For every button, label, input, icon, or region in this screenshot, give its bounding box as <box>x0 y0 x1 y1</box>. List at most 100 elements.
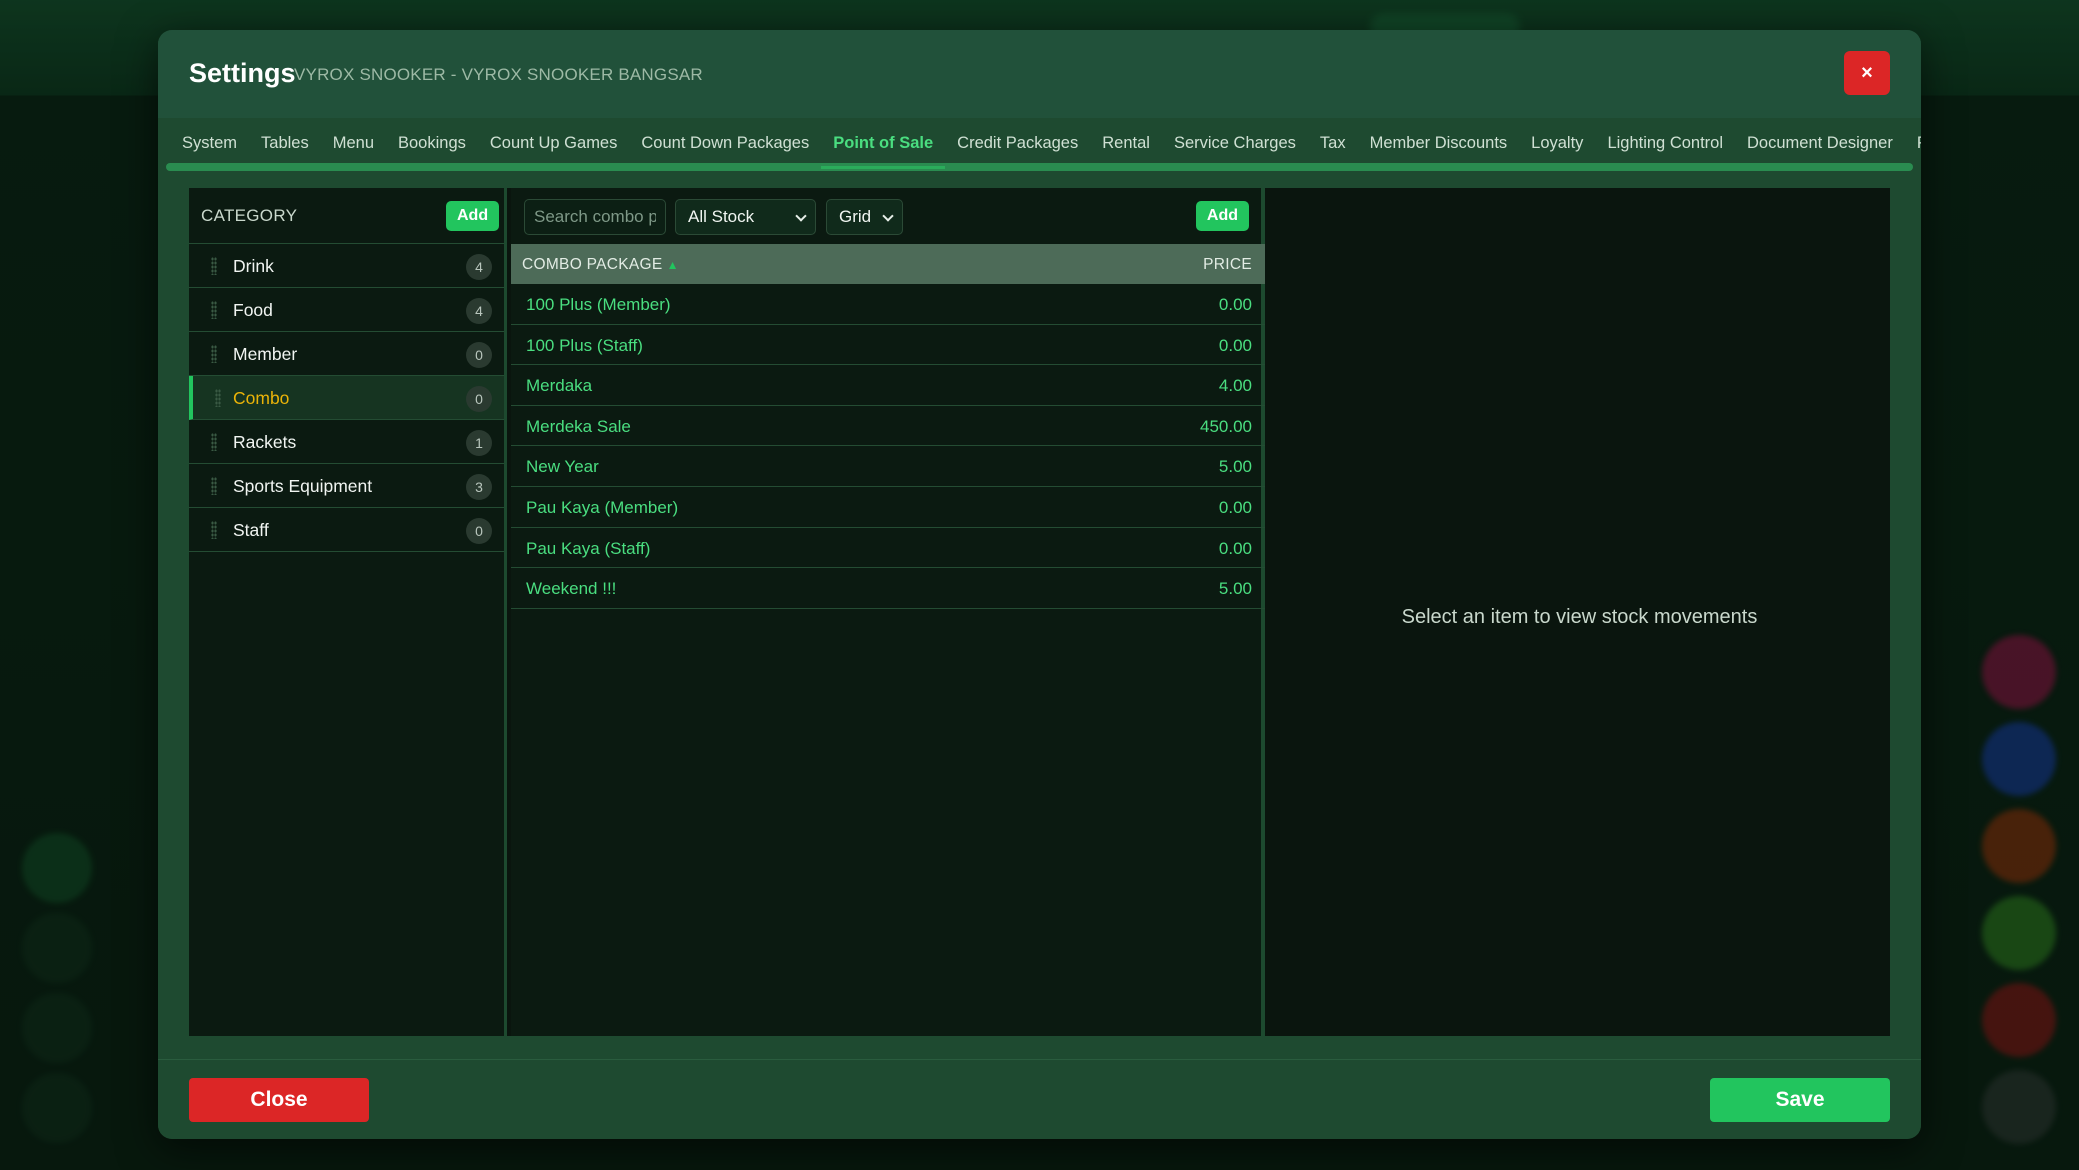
close-button[interactable]: Close <box>189 1078 369 1122</box>
category-count-badge: 0 <box>466 342 492 368</box>
tab-credit-packages[interactable]: Credit Packages <box>945 118 1090 161</box>
close-icon-button[interactable]: × <box>1844 51 1890 95</box>
table-row[interactable]: Merdeka Sale 450.00 <box>511 406 1265 447</box>
point-of-sale-content: CATEGORY Add Drink 4 Food 4 Member 0 Com… <box>189 188 1890 1036</box>
combo-name: 100 Plus (Member) <box>526 295 671 314</box>
modal-title: Settings <box>189 58 296 88</box>
drag-handle-icon[interactable] <box>211 433 217 451</box>
combo-price: 4.00 <box>1218 376 1252 396</box>
category-list: Drink 4 Food 4 Member 0 Combo 0 Rackets … <box>189 244 504 552</box>
table-row[interactable]: 100 Plus (Staff) 0.00 <box>511 325 1265 366</box>
tab-system[interactable]: System <box>170 118 249 161</box>
stock-movements-panel: Select an item to view stock movements <box>1269 188 1890 1036</box>
category-count-badge: 0 <box>466 386 492 412</box>
settings-tabs: System Tables Menu Bookings Count Up Gam… <box>158 118 1921 190</box>
combo-name: New Year <box>526 457 599 477</box>
combo-price: 450.00 <box>1200 416 1252 436</box>
combo-name: Pau Kaya (Member) <box>526 497 679 517</box>
modal-header: Settings VYROX SNOOKER - VYROX SNOOKER B… <box>158 30 1921 118</box>
chevron-down-icon <box>795 210 807 222</box>
category-count-badge: 4 <box>466 254 492 280</box>
drag-handle-icon[interactable] <box>211 257 217 275</box>
category-name: Combo <box>233 388 290 408</box>
combo-price: 0.00 <box>1218 538 1252 558</box>
stock-filter-value: All Stock <box>688 207 755 226</box>
category-item-drink[interactable]: Drink 4 <box>189 244 504 288</box>
category-count-badge: 0 <box>466 518 492 544</box>
combo-name: Pau Kaya (Staff) <box>526 538 651 558</box>
tab-tables[interactable]: Tables <box>249 118 321 161</box>
drag-handle-icon[interactable] <box>211 301 217 319</box>
close-icon: × <box>1861 61 1873 84</box>
drag-handle-icon[interactable] <box>211 477 217 495</box>
category-item-rackets[interactable]: Rackets 1 <box>189 420 504 464</box>
category-panel: CATEGORY Add Drink 4 Food 4 Member 0 Com… <box>189 188 507 1036</box>
tabs-scrollbar[interactable] <box>166 163 1913 171</box>
category-count-badge: 1 <box>466 430 492 456</box>
tab-loyalty[interactable]: Loyalty <box>1519 118 1595 161</box>
category-name: Member <box>233 344 298 364</box>
tab-lighting-control[interactable]: Lighting Control <box>1595 118 1735 161</box>
tab-count-up-games[interactable]: Count Up Games <box>478 118 629 161</box>
view-mode-value: Grid <box>839 207 872 226</box>
category-name: Sports Equipment <box>233 476 373 496</box>
combo-price: 5.00 <box>1218 579 1252 599</box>
category-count-badge: 3 <box>466 474 492 500</box>
table-row[interactable]: Pau Kaya (Member) 0.00 <box>511 487 1265 528</box>
tab-menu[interactable]: Menu <box>321 118 386 161</box>
column-header-price[interactable]: PRICE <box>1203 256 1252 274</box>
sort-asc-icon: ▲ <box>666 258 679 272</box>
drag-handle-icon[interactable] <box>215 389 221 407</box>
tab-point-of-sale[interactable]: Point of Sale <box>821 118 946 169</box>
category-title: CATEGORY <box>201 206 298 225</box>
category-name: Rackets <box>233 432 297 452</box>
category-item-combo[interactable]: Combo 0 <box>189 376 504 420</box>
category-header: CATEGORY Add <box>189 188 504 244</box>
tab-member-discounts[interactable]: Member Discounts <box>1358 118 1520 161</box>
search-combo-input[interactable] <box>524 199 666 235</box>
combo-table-header: COMBO PACKAGE ▲ PRICE <box>511 244 1265 284</box>
combo-price: 0.00 <box>1218 497 1252 517</box>
tab-rental[interactable]: Rental <box>1090 118 1162 161</box>
tab-bookings[interactable]: Bookings <box>386 118 478 161</box>
combo-name: Merdeka Sale <box>526 416 631 436</box>
combo-package-panel: All Stock Grid Add COMBO PACKAGE▲ PRICE … <box>511 188 1265 1036</box>
combo-table-body: 100 Plus (Member) 0.00 100 Plus (Staff) … <box>511 284 1265 609</box>
modal-footer: Close Save <box>158 1059 1921 1139</box>
category-item-food[interactable]: Food 4 <box>189 288 504 332</box>
table-row[interactable]: 100 Plus (Member) 0.00 <box>511 284 1265 325</box>
combo-name: Merdaka <box>526 376 593 396</box>
chevron-down-icon <box>882 210 894 222</box>
combo-price: 0.00 <box>1218 335 1252 355</box>
add-category-button[interactable]: Add <box>446 201 500 231</box>
column-header-combo-package[interactable]: COMBO PACKAGE ▲ <box>522 256 679 274</box>
drag-handle-icon[interactable] <box>211 521 217 539</box>
add-combo-button[interactable]: Add <box>1195 201 1249 231</box>
drag-handle-icon[interactable] <box>211 345 217 363</box>
category-item-member[interactable]: Member 0 <box>189 332 504 376</box>
stock-filter-select[interactable]: All Stock <box>675 199 816 235</box>
category-name: Drink <box>233 256 274 276</box>
save-button[interactable]: Save <box>1710 1078 1890 1122</box>
category-name: Food <box>233 300 273 320</box>
category-item-staff[interactable]: Staff 0 <box>189 508 504 552</box>
table-row[interactable]: Merdaka 4.00 <box>511 365 1265 406</box>
combo-name: 100 Plus (Staff) <box>526 335 643 355</box>
tab-printers[interactable]: Printers <box>1905 118 1921 161</box>
tab-document-designer[interactable]: Document Designer <box>1735 118 1905 161</box>
category-count-badge: 4 <box>466 298 492 324</box>
category-name: Staff <box>233 520 269 540</box>
view-mode-select[interactable]: Grid <box>826 199 903 235</box>
settings-modal: Settings VYROX SNOOKER - VYROX SNOOKER B… <box>158 30 1921 1139</box>
table-row[interactable]: Weekend !!! 5.00 <box>511 568 1265 609</box>
tab-service-charges[interactable]: Service Charges <box>1162 118 1308 161</box>
tab-count-down-packages[interactable]: Count Down Packages <box>629 118 821 161</box>
table-row[interactable]: Pau Kaya (Staff) 0.00 <box>511 528 1265 569</box>
combo-price: 0.00 <box>1218 295 1252 314</box>
modal-subtitle: VYROX SNOOKER - VYROX SNOOKER BANGSAR <box>294 65 703 84</box>
category-item-sports-equipment[interactable]: Sports Equipment 3 <box>189 464 504 508</box>
stock-empty-message: Select an item to view stock movements <box>1401 606 1758 628</box>
table-row[interactable]: New Year 5.00 <box>511 446 1265 487</box>
tab-tax[interactable]: Tax <box>1308 118 1358 161</box>
combo-name: Weekend !!! <box>526 579 617 599</box>
